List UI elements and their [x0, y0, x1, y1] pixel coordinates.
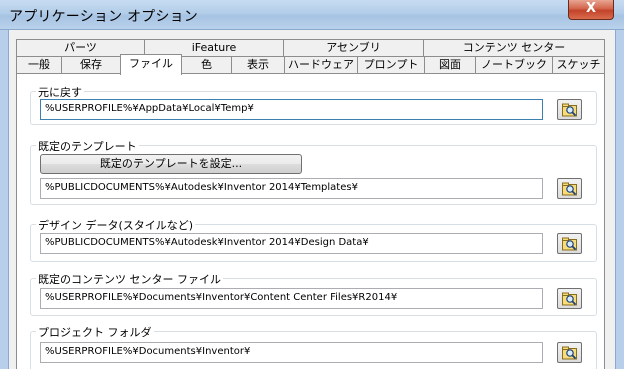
- tab-assembly[interactable]: アセンブリ: [283, 39, 424, 56]
- tab-hardware[interactable]: ハードウェア: [284, 56, 358, 73]
- tab-colors[interactable]: 色: [181, 56, 232, 73]
- templates-label: 既定のテンプレート: [36, 138, 139, 154]
- tab-drawing[interactable]: 図面: [424, 56, 476, 73]
- project-folder-path-input[interactable]: %USERPROFILE%¥Documents¥Inventor¥: [40, 342, 543, 363]
- folder-magnifier-icon: [562, 237, 577, 251]
- window-frame-right: [616, 30, 624, 369]
- tab-content-center[interactable]: コンテンツ センター: [423, 39, 605, 56]
- tab-display[interactable]: 表示: [231, 56, 285, 73]
- templates-browse-button[interactable]: [557, 178, 582, 199]
- folder-magnifier-icon: [562, 182, 577, 196]
- set-default-template-button[interactable]: 既定のテンプレートを設定...: [40, 154, 302, 174]
- tab-save[interactable]: 保存: [61, 56, 121, 73]
- close-icon: X: [585, 1, 597, 16]
- tab-prompts[interactable]: プロンプト: [357, 56, 425, 73]
- tab-general[interactable]: 一般: [16, 56, 62, 73]
- tab-notebook[interactable]: ノートブック: [475, 56, 553, 73]
- content-center-browse-button[interactable]: [557, 288, 582, 309]
- close-button[interactable]: X: [568, 0, 614, 20]
- tab-sketch[interactable]: スケッチ: [552, 56, 605, 73]
- project-folder-label: プロジェクト フォルダ: [36, 324, 154, 340]
- folder-magnifier-icon: [562, 103, 577, 117]
- content-center-label: 既定のコンテンツ センター ファイル: [36, 271, 223, 287]
- content-center-path-input[interactable]: %USERPROFILE%¥Documents¥Inventor¥Content…: [40, 288, 543, 309]
- design-data-label: デザイン データ(スタイルなど): [36, 217, 196, 233]
- design-data-browse-button[interactable]: [557, 233, 582, 254]
- templates-path-input[interactable]: %PUBLICDOCUMENTS%¥Autodesk¥Inventor 2014…: [40, 178, 543, 199]
- window-frame-left: [0, 30, 8, 369]
- folder-magnifier-icon: [562, 292, 577, 306]
- folder-magnifier-icon: [562, 346, 577, 360]
- undo-browse-button[interactable]: [557, 99, 582, 120]
- design-data-path-input[interactable]: %PUBLICDOCUMENTS%¥Autodesk¥Inventor 2014…: [40, 233, 543, 254]
- title-bar: アプリケーション オプション X: [0, 0, 624, 30]
- project-folder-browse-button[interactable]: [557, 342, 582, 363]
- undo-label: 元に戻す: [36, 84, 84, 100]
- undo-path-input[interactable]: %USERPROFILE%¥AppData¥Local¥Temp¥: [40, 99, 543, 120]
- tab-file[interactable]: ファイル: [120, 54, 182, 75]
- window-title: アプリケーション オプション: [9, 9, 198, 25]
